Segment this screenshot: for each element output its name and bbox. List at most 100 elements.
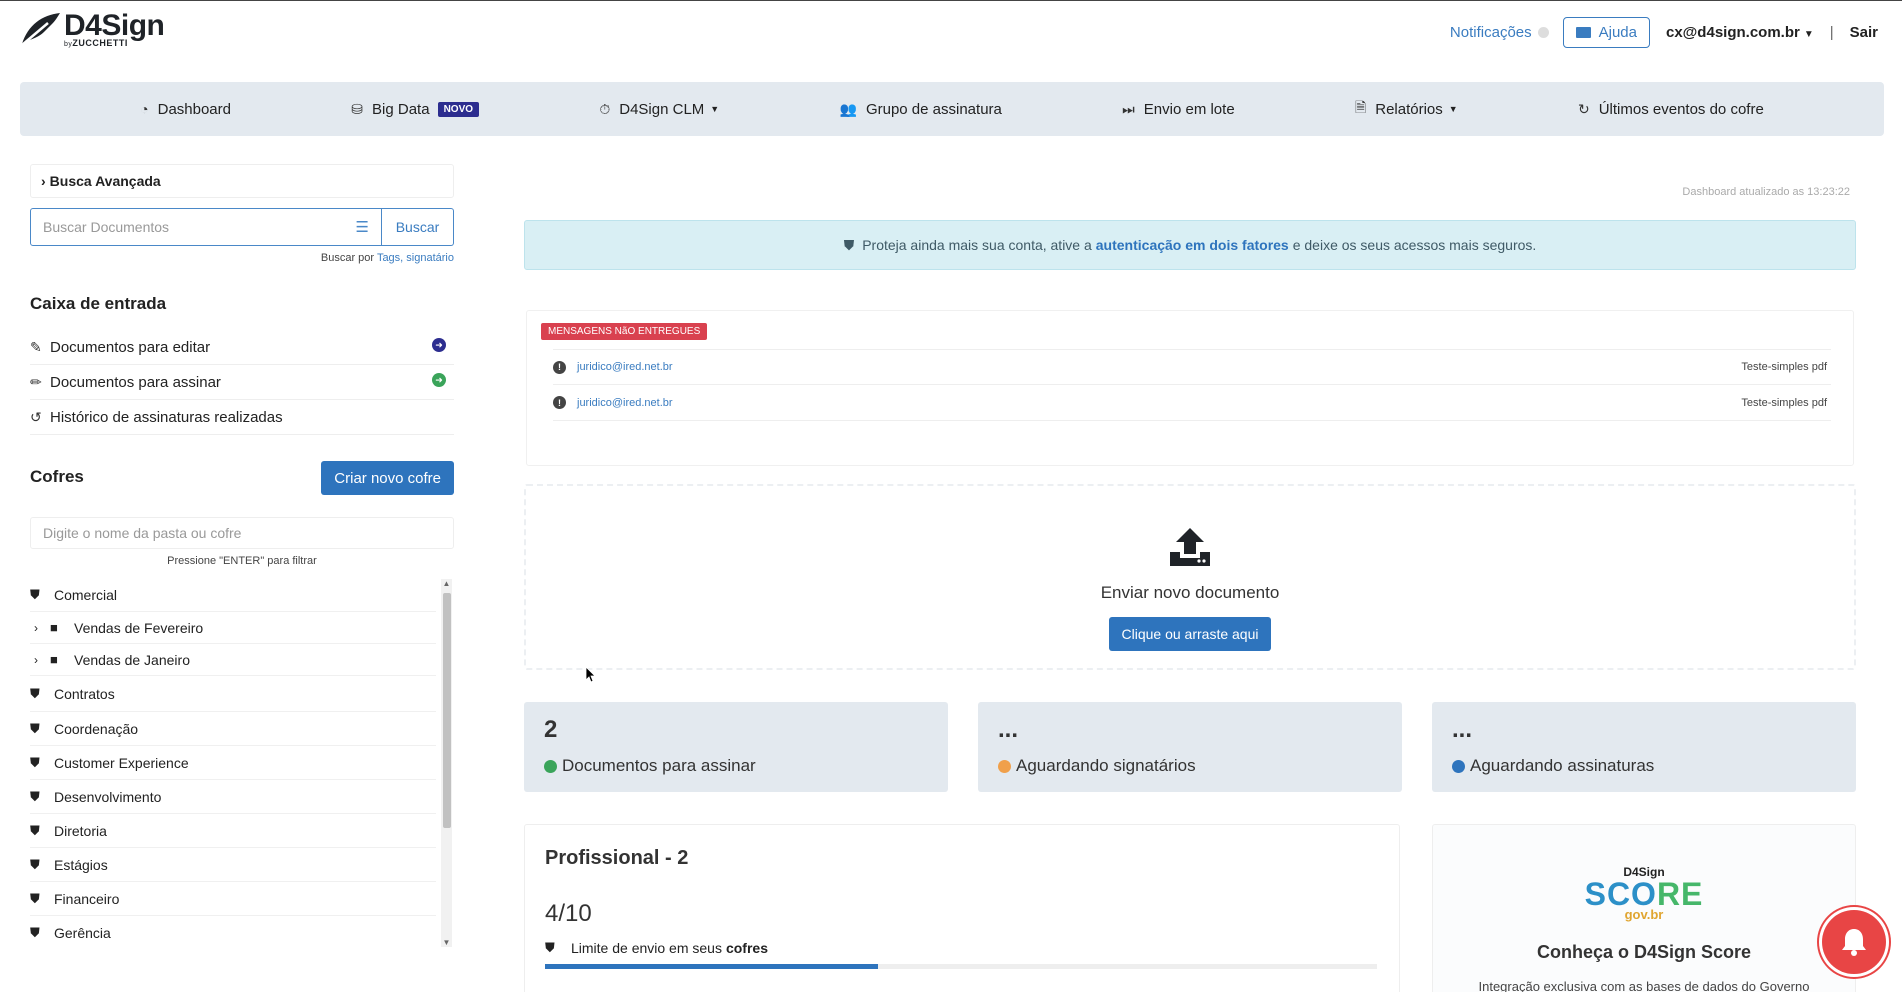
score-logo: D4Sign SCORE gov.br <box>1584 865 1704 922</box>
help-button[interactable]: Ajuda <box>1562 16 1650 48</box>
shield-icon: ⛊ <box>30 822 40 838</box>
chevron-right-icon: › <box>41 173 46 189</box>
inbox-item-label: Documentos para editar <box>50 338 211 356</box>
vault-item[interactable]: ⛊ Gerência <box>30 916 436 947</box>
inbox-item-sign[interactable]: ✏ Documentos para assinar ➜ <box>30 365 454 400</box>
vault-label: Coordenação <box>54 720 139 737</box>
inbox-item-history[interactable]: ↺ Histórico de assinaturas realizadas <box>30 400 454 435</box>
nav-reports-label: Relatórios <box>1375 100 1443 118</box>
recipient-email-link[interactable]: juridico@ired.net.br <box>577 361 673 373</box>
shield-icon: ⛊ <box>30 587 40 602</box>
nav-reports[interactable]: 🗎 Relatórios ▼ <box>1355 97 1458 121</box>
arrow-circle-icon: ➜ <box>432 338 446 352</box>
shield-icon: ⛊ <box>30 890 40 906</box>
two-factor-link[interactable]: autenticação em dois fatores <box>1096 237 1289 253</box>
nav-vault-events-label: Últimos eventos do cofre <box>1598 100 1764 118</box>
notifications-label: Notificações <box>1449 23 1532 41</box>
folder-icon: ■ <box>50 620 58 635</box>
nav-vault-events[interactable]: ↻ Últimos eventos do cofre <box>1578 101 1764 118</box>
vault-list-scrollbar[interactable]: ▲ ▼ <box>441 579 452 947</box>
vault-item[interactable]: ⛊ Coordenação <box>30 712 436 746</box>
exclamation-icon: ! <box>553 360 566 374</box>
fast-forward-icon: ⏭ <box>1122 100 1135 117</box>
document-name: Teste-simples pdf <box>1741 396 1827 409</box>
folder-item[interactable]: › ■ Vendas de Janeiro <box>30 644 436 676</box>
chevron-right-icon[interactable]: › <box>34 653 50 667</box>
advanced-search-toggle[interactable]: › Busca Avançada <box>30 164 454 198</box>
dashboard-icon: ◔ <box>140 101 149 117</box>
folder-icon: ■ <box>50 652 58 667</box>
create-vault-button[interactable]: Criar novo cofre <box>321 461 454 495</box>
shield-icon: ⛊ <box>30 685 40 701</box>
vault-filter-placeholder: Digite o nome da pasta ou cofre <box>43 525 242 541</box>
vault-item[interactable]: ⛊ Comercial <box>30 579 436 612</box>
scroll-thumb[interactable] <box>443 593 451 828</box>
vault-list: ⛊ Comercial › ■ Vendas de Fevereiro › ■ Venda… <box>30 579 454 947</box>
undelivered-messages-panel: MENSAGENS NãO ENTREGUES ! juridico@ired.… <box>526 310 1854 466</box>
new-badge: NOVO <box>437 101 480 117</box>
alert-text: e deixe os seus acessos mais seguros. <box>1292 237 1537 253</box>
stat-value: ... <box>1452 716 1473 743</box>
search-placeholder: Buscar Documentos <box>43 219 170 235</box>
folder-label: Vendas de Fevereiro <box>74 619 204 636</box>
vault-label: Financeiro <box>54 890 120 907</box>
vault-item[interactable]: ⛊ Financeiro <box>30 882 436 916</box>
nav-signature-group-label: Grupo de assinatura <box>865 100 1002 118</box>
search-by-tags-link[interactable]: Tags, <box>377 252 403 264</box>
notification-bell-button[interactable] <box>1822 910 1886 974</box>
folder-item[interactable]: › ■ Vendas de Fevereiro <box>30 612 436 644</box>
status-dot <box>1452 759 1465 773</box>
nav-signature-group[interactable]: 👥 Grupo de assinatura <box>840 101 1002 118</box>
sliders-icon[interactable]: ☰ <box>356 218 369 236</box>
vaults-title: Cofres <box>30 467 84 486</box>
upload-dropzone[interactable]: Enviar novo documento Clique ou arraste … <box>524 484 1856 670</box>
mouse-cursor-icon <box>586 667 596 683</box>
stopwatch-icon: ⏱ <box>599 100 611 117</box>
user-menu[interactable]: cx@d4sign.com.br ▼ <box>1666 24 1814 41</box>
shield-icon: ⛊ <box>843 236 855 253</box>
database-icon: ⛁ <box>351 100 364 117</box>
caret-down-icon: ▼ <box>710 104 720 114</box>
help-label: Ajuda <box>1598 23 1637 41</box>
d4sign-logo[interactable]: D4Sign byZUCCHETTI <box>18 11 165 48</box>
score-wordmark: SCORE <box>1584 876 1704 912</box>
undelivered-row: ! juridico@ired.net.br Teste-simples pdf <box>553 349 1831 385</box>
inbox-item-edit[interactable]: ✎ Documentos para editar ➜ <box>30 330 454 365</box>
vault-filter-input[interactable]: Digite o nome da pasta ou cofre <box>30 517 454 549</box>
dashboard-updated-time: Dashboard atualizado as 13:23:22 <box>1682 186 1850 198</box>
edit-icon: ✎ <box>30 338 42 355</box>
vault-item[interactable]: ⛊ Desenvolvimento <box>30 780 436 814</box>
search-button[interactable]: Buscar <box>382 208 454 246</box>
vault-item[interactable]: ⛊ Customer Experience <box>30 746 436 780</box>
vault-item[interactable]: ⛊ Estágios <box>30 848 436 882</box>
stat-card-to-sign[interactable]: 2 Documentos para assinar <box>524 702 948 792</box>
nav-clm-label: D4Sign CLM <box>619 100 705 118</box>
notifications-link[interactable]: Notificações <box>1450 24 1549 41</box>
upload-button[interactable]: Clique ou arraste aqui <box>1108 617 1272 651</box>
vault-item[interactable]: ⛊ Diretoria <box>30 814 436 848</box>
recipient-email-link[interactable]: juridico@ired.net.br <box>577 397 673 409</box>
nav-dashboard[interactable]: ◔ Dashboard <box>140 101 231 118</box>
shield-icon: ⛊ <box>30 720 40 736</box>
shield-icon: ⛊ <box>30 924 40 940</box>
nav-big-data[interactable]: ⛁ Big Data NOVO <box>351 100 480 118</box>
caret-down-icon: ▼ <box>1448 104 1458 114</box>
exclamation-icon: ! <box>553 396 566 409</box>
nav-d4sign-clm[interactable]: ⏱ D4Sign CLM ▼ <box>599 101 719 118</box>
scroll-down-icon[interactable]: ▼ <box>441 938 452 947</box>
stat-card-awaiting-signatures[interactable]: ... Aguardando assinaturas <box>1432 702 1856 792</box>
scroll-up-icon[interactable]: ▲ <box>441 579 452 588</box>
document-search-input[interactable]: Buscar Documentos ☰ <box>30 208 382 246</box>
vault-label: Gerência <box>54 924 111 941</box>
nav-batch-send[interactable]: ⏭ Envio em lote <box>1122 101 1235 118</box>
stat-card-awaiting-signers[interactable]: ... Aguardando signatários <box>978 702 1402 792</box>
chevron-right-icon[interactable]: › <box>34 621 50 635</box>
d4sign-score-card[interactable]: D4Sign SCORE gov.br Conheça o D4Sign Sco… <box>1432 824 1856 992</box>
undelivered-badge: MENSAGENS NãO ENTREGUES <box>541 323 708 340</box>
document-name: Teste-simples pdf <box>1741 361 1827 373</box>
vault-item[interactable]: ⛊ Contratos <box>30 676 436 712</box>
logout-link[interactable]: Sair <box>1850 24 1878 41</box>
search-by-signer-link[interactable]: signatário <box>406 252 454 264</box>
bell-icon <box>1842 929 1866 956</box>
score-subtitle: Integração exclusiva com as bases de dad… <box>1478 979 1810 992</box>
